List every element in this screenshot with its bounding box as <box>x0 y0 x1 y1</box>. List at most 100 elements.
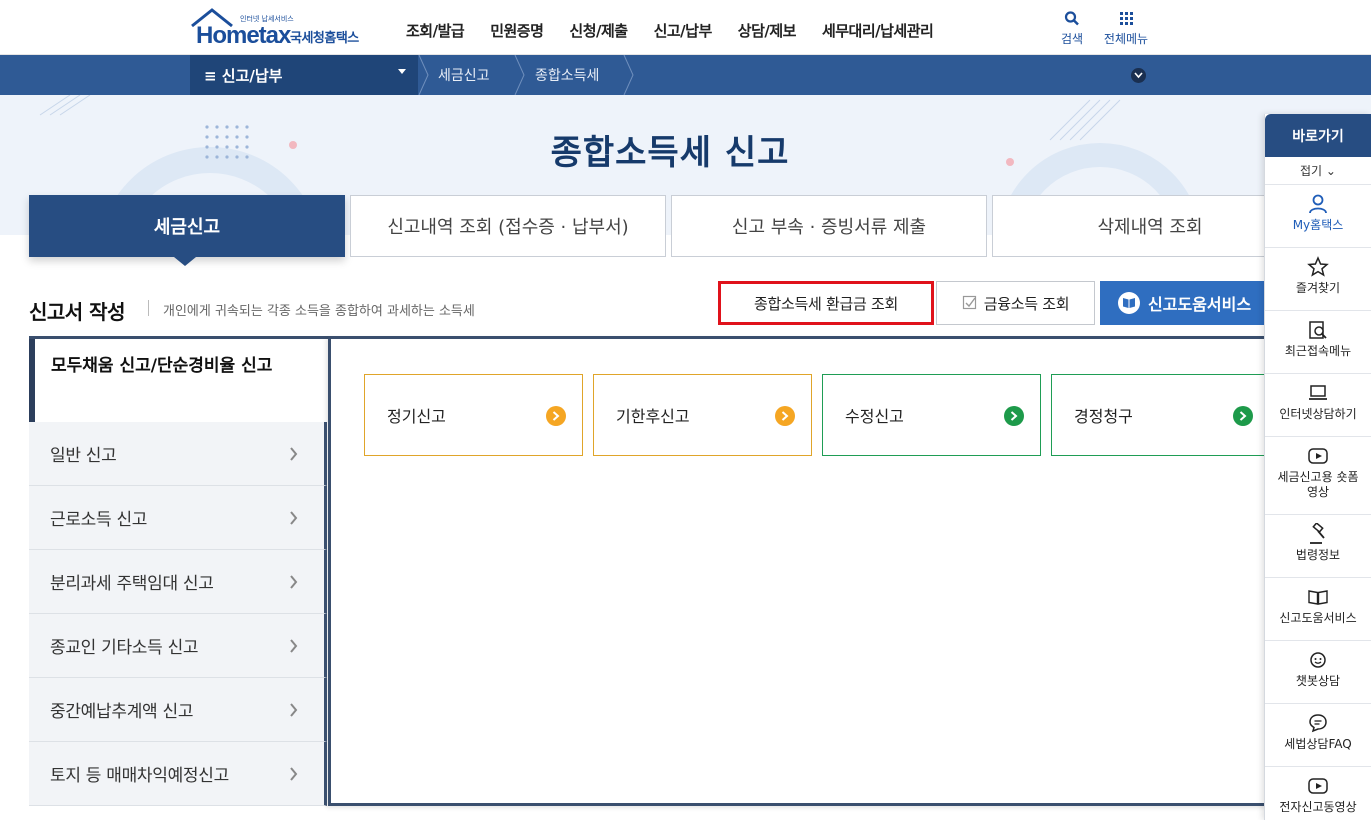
card-label: 기한후신고 <box>616 407 690 426</box>
book-icon <box>1118 292 1140 314</box>
quick-item-my-hometax[interactable]: My홈택스 <box>1265 185 1371 248</box>
quick-menu: 바로가기 접기 ⌄ My홈택스 즐겨찾기 최근접속메뉴 인터넷상담하기 세금신고… <box>1264 114 1371 820</box>
gnb-item-consult[interactable]: 상담/제보 <box>738 20 797 41</box>
quick-item-label: 챗봇상담 <box>1295 674 1341 688</box>
logo-text: Hometax <box>196 22 291 49</box>
sidebar-item-general[interactable]: 일반 신고 <box>29 422 327 486</box>
breadcrumb-separator-icon <box>623 55 634 95</box>
breadcrumb-separator-icon <box>514 55 525 95</box>
chevron-right-icon <box>290 575 298 589</box>
recent-search-icon <box>1309 321 1327 339</box>
quick-item-label: 전자신고동영상 <box>1279 800 1357 814</box>
hometax-logo[interactable]: 인터넷 납세서비스 Hometax 국세청홈택스 <box>190 8 380 49</box>
tab-attachments[interactable]: 신고 부속 · 증빙서류 제출 <box>671 195 987 257</box>
sidebar-menu: 일반 신고 근로소득 신고 분리과세 주택임대 신고 종교인 기타소득 신고 중… <box>29 422 327 806</box>
quick-item-label: 즐겨찾기 <box>1295 281 1341 295</box>
card-label: 수정신고 <box>845 407 904 426</box>
arrow-right-icon <box>546 406 566 426</box>
card-label: 정기신고 <box>387 407 446 426</box>
search-icon <box>1064 11 1079 26</box>
sidebar-item-interim[interactable]: 중간예납추계액 신고 <box>29 678 327 742</box>
tab-deleted-history[interactable]: 삭제내역 조회 <box>992 195 1308 257</box>
quick-item-recent[interactable]: 최근접속메뉴 <box>1265 311 1371 374</box>
star-icon <box>1307 256 1329 277</box>
sidebar-item-label: 종교인 기타소득 신고 <box>50 638 199 658</box>
breadcrumb-tax-report[interactable]: 세금신고 <box>438 55 490 95</box>
sidebar-item-label: 중간예납추계액 신고 <box>50 702 194 722</box>
sidebar-item-label: 토지 등 매매차익예정신고 <box>50 766 229 786</box>
breadcrumb-income-tax[interactable]: 종합소득세 <box>535 55 599 95</box>
quick-item-label: 신고도움서비스 <box>1279 611 1357 625</box>
card-regular-report[interactable]: 정기신고 <box>364 374 583 456</box>
gavel-icon <box>1310 523 1325 544</box>
chat-bubble-icon <box>1309 714 1327 733</box>
nav-menu-dropdown[interactable]: ≡ 신고/납부 <box>190 55 418 95</box>
top-header: 인터넷 납세서비스 Hometax 국세청홈택스 조회/발급 민원증명 신청/제… <box>0 0 1371 55</box>
logo-org: 국세청홈택스 <box>290 31 359 46</box>
user-icon <box>1309 194 1327 214</box>
card-correction-claim[interactable]: 경정청구 <box>1051 374 1270 456</box>
section-divider <box>148 300 149 316</box>
quick-item-shortform-video[interactable]: 세금신고용 숏폼영상 <box>1265 437 1371 515</box>
active-tab-pointer <box>174 257 196 266</box>
sidebar-item-label: 분리과세 주택임대 신고 <box>50 574 214 594</box>
arrow-right-icon <box>775 406 795 426</box>
sidebar-item-land-sale[interactable]: 토지 등 매매차익예정신고 <box>29 742 327 806</box>
location-bar: ≡ 신고/납부 세금신고 종합소득세 <box>0 55 1371 95</box>
report-help-button[interactable]: 신고도움서비스 <box>1100 281 1270 325</box>
quick-item-e-filing-video[interactable]: 전자신고동영상 <box>1265 767 1371 820</box>
quick-item-label: 세금신고용 숏폼영상 <box>1277 470 1359 499</box>
nav-expand-button[interactable] <box>1131 68 1146 83</box>
tab-report-history[interactable]: 신고내역 조회 (접수증 · 납부서) <box>350 195 666 257</box>
gnb-item-report-pay[interactable]: 신고/납부 <box>654 20 713 41</box>
quick-item-internet-consult[interactable]: 인터넷상담하기 <box>1265 374 1371 437</box>
quick-item-label: My홈택스 <box>1292 218 1344 232</box>
sidebar-item-prefilled[interactable]: 모두채움 신고/단순경비율 신고 <box>29 339 279 422</box>
financial-income-button[interactable]: 금융소득 조회 <box>936 281 1095 325</box>
caret-down-icon <box>398 69 406 74</box>
play-icon <box>1308 778 1328 794</box>
tab-tax-report[interactable]: 세금신고 <box>29 195 345 257</box>
quick-item-label: 세법상담FAQ <box>1284 737 1352 751</box>
search-button[interactable]: 검색 <box>1042 10 1102 47</box>
quick-menu-title: 바로가기 <box>1265 114 1371 157</box>
sidebar-item-religious[interactable]: 종교인 기타소득 신고 <box>29 614 327 678</box>
quick-item-favorites[interactable]: 즐겨찾기 <box>1265 248 1371 311</box>
quick-item-report-help[interactable]: 신고도움서비스 <box>1265 578 1371 641</box>
sidebar-item-earned-income[interactable]: 근로소득 신고 <box>29 486 327 550</box>
report-help-label: 신고도움서비스 <box>1148 295 1252 314</box>
gnb-item-certificate[interactable]: 민원증명 <box>490 20 544 41</box>
play-icon <box>1308 448 1328 464</box>
chevron-down-icon <box>1134 72 1143 79</box>
gnb-item-agent[interactable]: 세무대리/납세관리 <box>822 20 934 41</box>
chevron-right-icon <box>290 511 298 525</box>
quick-item-law-info[interactable]: 법령정보 <box>1265 515 1371 578</box>
all-menu-label: 전체메뉴 <box>1103 32 1149 46</box>
chevron-right-icon <box>290 703 298 717</box>
search-label: 검색 <box>1060 32 1084 46</box>
chatbot-icon <box>1310 652 1326 668</box>
card-amended-report[interactable]: 수정신고 <box>822 374 1041 456</box>
quick-item-faq[interactable]: 세법상담FAQ <box>1265 704 1371 767</box>
all-menu-button[interactable]: 전체메뉴 <box>1096 10 1156 47</box>
page-title: 종합소득세 신고 <box>550 133 790 173</box>
gnb-item-inquiry[interactable]: 조회/발급 <box>406 20 465 41</box>
card-late-report[interactable]: 기한후신고 <box>593 374 812 456</box>
refund-inquiry-button[interactable]: 종합소득세 환급금 조회 <box>718 281 934 325</box>
quick-menu-fold-button[interactable]: 접기 ⌄ <box>1265 157 1371 185</box>
chevron-right-icon <box>290 447 298 461</box>
section-description: 개인에게 귀속되는 각종 소득을 종합하여 과세하는 소득세 <box>163 304 475 319</box>
sidebar-item-housing-rental[interactable]: 분리과세 주택임대 신고 <box>29 550 327 614</box>
arrow-right-icon <box>1004 406 1024 426</box>
laptop-icon <box>1309 385 1327 400</box>
nav-menu-label: ≡ 신고/납부 <box>204 66 283 85</box>
sidebar-item-label: 일반 신고 <box>50 446 117 466</box>
grid-menu-icon <box>1120 12 1133 25</box>
breadcrumb-separator-icon <box>418 55 429 95</box>
gnb-item-apply[interactable]: 신청/제출 <box>569 20 628 41</box>
quick-item-label: 인터넷상담하기 <box>1279 407 1357 421</box>
sidebar-item-label: 근로소득 신고 <box>50 510 148 530</box>
book-icon <box>1308 590 1328 605</box>
quick-item-chatbot[interactable]: 챗봇상담 <box>1265 641 1371 704</box>
global-nav: 조회/발급 민원증명 신청/제출 신고/납부 상담/제보 세무대리/납세관리 <box>406 20 959 41</box>
